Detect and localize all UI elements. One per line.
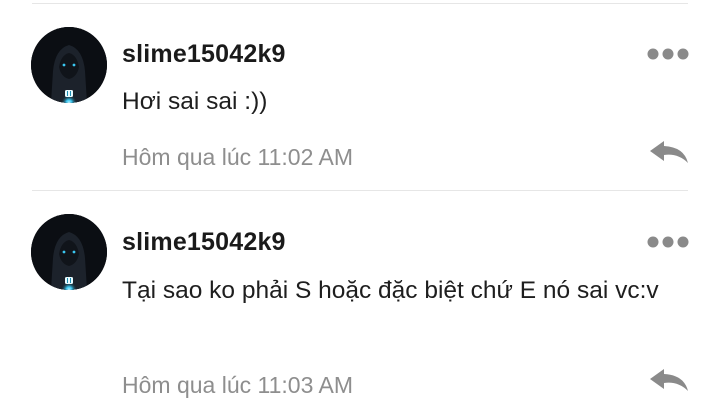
comment-text: Tại sao ko phải S hoặc đặc biệt chứ E nó… bbox=[122, 277, 659, 304]
comment-item: slime15042k9 Tại sao ko phải S hoặc đặc … bbox=[0, 0, 720, 419]
reply-arrow-icon[interactable] bbox=[648, 367, 690, 395]
dark-hooded-figure-avatar-icon bbox=[31, 214, 107, 290]
avatar[interactable] bbox=[31, 214, 107, 290]
comment-timestamp: Hôm qua lúc 11:03 AM bbox=[122, 372, 353, 398]
username[interactable]: slime15042k9 bbox=[122, 228, 286, 257]
more-horizontal-icon[interactable] bbox=[646, 235, 690, 249]
